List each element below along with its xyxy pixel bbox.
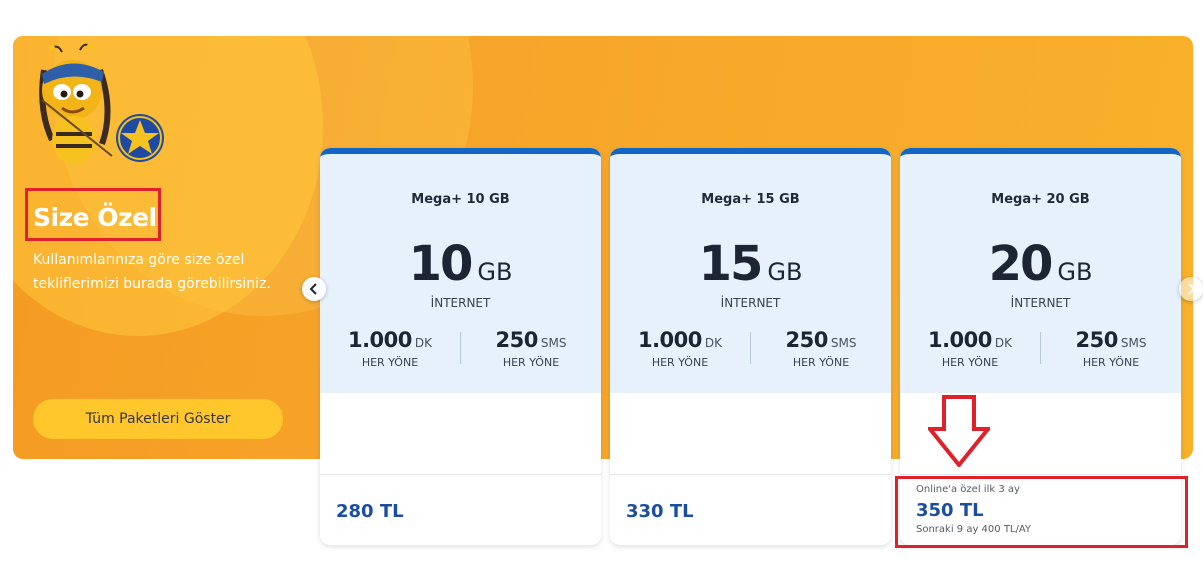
minutes-direction: HER YÖNE [941, 356, 999, 369]
minutes-unit: DK [704, 336, 723, 350]
minutes-unit: DK [414, 336, 433, 350]
promo-subtitle: Kullanımlarınıza göre size özel teklifle… [33, 252, 271, 292]
package-name: Mega+ 10 GB [411, 192, 510, 207]
data-amount-value: 20 [988, 236, 1054, 292]
minutes-unit: DK [994, 336, 1013, 350]
show-all-packages-button[interactable]: Tüm Paketleri Göster [33, 399, 283, 439]
sms-direction: HER YÖNE [502, 356, 560, 369]
package-sms: 250 SMS HER YÖNE [1041, 328, 1181, 369]
package-price: 330 TL [626, 501, 694, 522]
sms-direction: HER YÖNE [1082, 356, 1140, 369]
chevron-right-icon [1188, 283, 1196, 295]
package-sms: 250 SMS HER YÖNE [751, 328, 891, 369]
package-minutes: 1.000 DK HER YÖNE [900, 328, 1040, 369]
package-data-amount: 15 GB [610, 236, 891, 292]
sms-direction: HER YÖNE [792, 356, 850, 369]
package-minutes: 1.000 DK HER YÖNE [610, 328, 750, 369]
package-name: Mega+ 15 GB [701, 192, 800, 207]
data-amount-value: 10 [408, 236, 474, 292]
minutes-value: 1.000 [927, 328, 992, 352]
down-arrow-icon [928, 395, 990, 467]
bee-mascot-icon [39, 43, 164, 164]
sms-unit: SMS [830, 336, 857, 350]
package-sms: 250 SMS HER YÖNE [461, 328, 601, 369]
sms-unit: SMS [1120, 336, 1147, 350]
package-minutes: 1.000 DK HER YÖNE [320, 328, 460, 369]
offers-page: Size Özel Kullanımlarınıza göre size öze… [0, 0, 1203, 573]
sms-unit: SMS [540, 336, 567, 350]
minutes-value: 1.000 [637, 328, 702, 352]
minutes-direction: HER YÖNE [361, 356, 419, 369]
data-label: İNTERNET [720, 296, 781, 310]
package-data-amount: 10 GB [320, 236, 601, 292]
card-footer-divider [610, 474, 891, 475]
data-label: İNTERNET [430, 296, 491, 310]
package-card-10gb[interactable]: Mega+ 10 GB 10 GB İNTERNET 1.000 DK HER YÖ… [320, 148, 601, 545]
package-price: 280 TL [336, 501, 404, 522]
minutes-direction: HER YÖNE [651, 356, 709, 369]
package-data-amount: 20 GB [900, 236, 1181, 292]
minutes-value: 1.000 [347, 328, 412, 352]
chevron-left-icon [309, 283, 317, 295]
sms-value: 250 [495, 328, 539, 352]
data-amount-unit: GB [477, 258, 513, 286]
package-card-15gb[interactable]: Mega+ 15 GB 15 GB İNTERNET 1.000 DK HER YÖ… [610, 148, 891, 545]
package-name: Mega+ 20 GB [991, 192, 1090, 207]
data-amount-unit: GB [767, 258, 803, 286]
card-footer-divider [320, 474, 601, 475]
sms-value: 250 [1075, 328, 1119, 352]
promo-title: Size Özel [33, 203, 157, 232]
carousel-prev-button[interactable] [302, 277, 326, 301]
data-amount-unit: GB [1057, 258, 1093, 286]
data-amount-value: 15 [698, 236, 764, 292]
card-footer-divider [900, 474, 1181, 475]
data-label: İNTERNET [1010, 296, 1071, 310]
price-highlight-annotation [895, 476, 1188, 548]
carousel-next-button[interactable] [1179, 277, 1203, 301]
sms-value: 250 [785, 328, 829, 352]
